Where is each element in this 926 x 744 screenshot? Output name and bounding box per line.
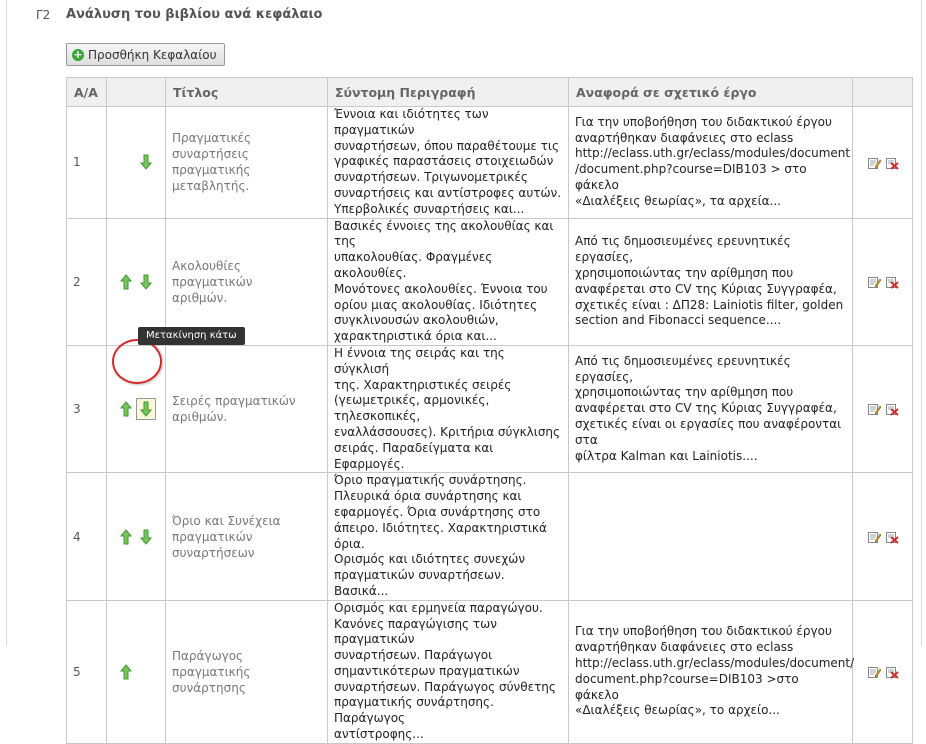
delete-icon[interactable] (885, 665, 899, 679)
row-number: 2 (66, 217, 107, 346)
chapter-title-text: Παράγωγος πραγματικής συνάρτησης (172, 648, 251, 695)
actions-cell (852, 106, 913, 219)
chapter-reference-text: Για την υποβοήθηση του διδακτικού έργου … (575, 624, 855, 718)
actions-cell (852, 217, 913, 346)
edit-icon[interactable] (867, 402, 881, 416)
arrow-up-icon[interactable] (118, 663, 134, 681)
chapter-description-text: Έννοια και ιδιότητες των πραγματικών συν… (334, 107, 562, 216)
chapter-title: Παράγωγος πραγματικής συνάρτησης (165, 599, 328, 744)
arrow-down-icon[interactable] (138, 153, 154, 171)
reorder-cell (106, 106, 166, 219)
chapter-title-text: Πραγματικές συναρτήσεις πραγματικής μετα… (172, 131, 252, 194)
col-header-reference: Αναφορά σε σχετικό έργο (568, 77, 853, 107)
section-code: Γ2 (36, 8, 51, 22)
arrow-up-icon[interactable] (118, 400, 134, 418)
row-number-text: 5 (73, 664, 81, 679)
chapter-reference-text: Από τις δημοσιευμένες ερευνητικές εργασί… (575, 234, 844, 328)
actions-cell (852, 344, 913, 474)
chapter-description: Όριο πραγματικής συνάρτησης. Πλευρικά όρ… (327, 472, 569, 601)
arrow-down-icon[interactable] (138, 273, 154, 291)
chapter-reference (568, 472, 853, 601)
row-number: 3 (66, 344, 107, 474)
delete-icon[interactable] (885, 530, 899, 544)
edit-icon[interactable] (867, 530, 881, 544)
arrow-placeholder (138, 663, 154, 681)
actions-cell (852, 472, 913, 601)
actions-cell (852, 599, 913, 744)
chapter-description-text: Όριο πραγματικής συνάρτησης. Πλευρικά όρ… (334, 473, 547, 598)
edit-icon[interactable] (867, 665, 881, 679)
chapter-description: Έννοια και ιδιότητες των πραγματικών συν… (327, 106, 569, 219)
row-number: 5 (66, 599, 107, 744)
arrow-up-icon[interactable] (118, 528, 134, 546)
delete-icon[interactable] (885, 275, 899, 289)
table-row: 4 Όριο και Συνέχεια πραγματικών συναρτήσε… (66, 472, 913, 601)
chapter-reference: Για την υποβοήθηση του διδακτικού έργου … (568, 106, 853, 219)
chapter-reference: Από τις δημοσιευμένες ερευνητικές εργασί… (568, 344, 853, 474)
row-number: 1 (66, 106, 107, 219)
chapter-description: Η έννοια της σειράς και της σύγκλισή της… (327, 344, 569, 474)
delete-icon[interactable] (885, 156, 899, 170)
edit-icon[interactable] (867, 275, 881, 289)
add-chapter-label: Προσθήκη Κεφαλαίου (88, 47, 217, 62)
arrow-placeholder (118, 153, 134, 171)
chapter-description-text: Ορισμός και ερμηνεία παραγώγου. Κανόνες … (334, 600, 556, 742)
row-number-text: 3 (73, 402, 81, 417)
col-header-actions (852, 77, 913, 107)
col-header-num: Α/Α (66, 77, 107, 107)
plus-circle-icon: + (72, 47, 84, 61)
row-number-text: 4 (73, 529, 81, 544)
reorder-cell (106, 599, 166, 744)
arrow-up-icon[interactable] (118, 273, 134, 291)
col-header-title: Τίτλος (165, 77, 328, 107)
table-row: 1 Πραγματικές συναρτήσεις πραγματικής μετ… (66, 106, 913, 219)
add-chapter-button[interactable]: + Προσθήκη Κεφαλαίου (66, 43, 225, 66)
table-row: 5 Παράγωγος πραγματικής συνάρτησης Ορισμός… (66, 599, 913, 744)
chapter-title-text: Ακολουθίες πραγματικών αριθμών. (172, 258, 253, 305)
chapter-description: Ορισμός και ερμηνεία παραγώγου. Κανόνες … (327, 599, 569, 744)
chapter-title: Πραγματικές συναρτήσεις πραγματικής μετα… (165, 106, 328, 219)
chapter-title-text: Όριο και Συνέχεια πραγματικών συναρτήσεω… (172, 513, 281, 560)
col-header-description: Σύντομη Περιγραφή (327, 77, 569, 107)
edit-icon[interactable] (867, 156, 881, 170)
section-title: Ανάλυση του βιβλίου ανά κεφάλαιο (66, 7, 323, 22)
chapter-title-text: Σειρές πραγματικών αριθμών. (172, 394, 296, 425)
col-header-order (106, 77, 166, 107)
chapter-reference: Για την υποβοήθηση του διδακτικού έργου … (568, 599, 855, 744)
table-row: 3 Σειρές πραγματικών αριθμών. Η έννοια της… (66, 344, 913, 474)
reorder-cell (106, 472, 166, 601)
chapters-table: Α/Α Τίτλος Σύντομη Περιγραφή Αναφορά σε … (66, 77, 913, 744)
panel-right-border (921, 0, 922, 646)
arrow-down-icon[interactable] (138, 528, 154, 546)
row-number: 4 (66, 472, 107, 601)
arrow-down-icon[interactable] (138, 400, 154, 418)
chapter-title: Όριο και Συνέχεια πραγματικών συναρτήσεω… (165, 472, 328, 601)
panel-left-border (6, 0, 7, 646)
chapter-reference: Από τις δημοσιευμένες ερευνητικές εργασί… (568, 217, 853, 346)
move-down-tooltip: Μετακίνηση κάτω (138, 327, 245, 345)
hovered-move-down-button[interactable] (136, 398, 156, 421)
chapter-reference-text: Από τις δημοσιευμένες ερευνητικές εργασί… (575, 353, 842, 463)
delete-icon[interactable] (885, 402, 899, 417)
chapter-reference-text: Για την υποβοήθηση του διδακτικού έργου … (575, 114, 851, 208)
chapter-description-text: Η έννοια της σειράς και της σύγκλισή της… (334, 345, 561, 471)
table-header-row: Α/Α Τίτλος Σύντομη Περιγραφή Αναφορά σε … (66, 77, 913, 107)
chapter-description: Βασικές έννοιες της ακολουθίας και της υ… (327, 217, 569, 346)
chapter-description-text: Βασικές έννοιες της ακολουθίας και της υ… (334, 218, 554, 344)
row-number-text: 2 (73, 274, 81, 289)
highlight-ring (112, 339, 162, 384)
chapter-title: Σειρές πραγματικών αριθμών. (165, 344, 328, 474)
row-number-text: 1 (73, 155, 81, 170)
